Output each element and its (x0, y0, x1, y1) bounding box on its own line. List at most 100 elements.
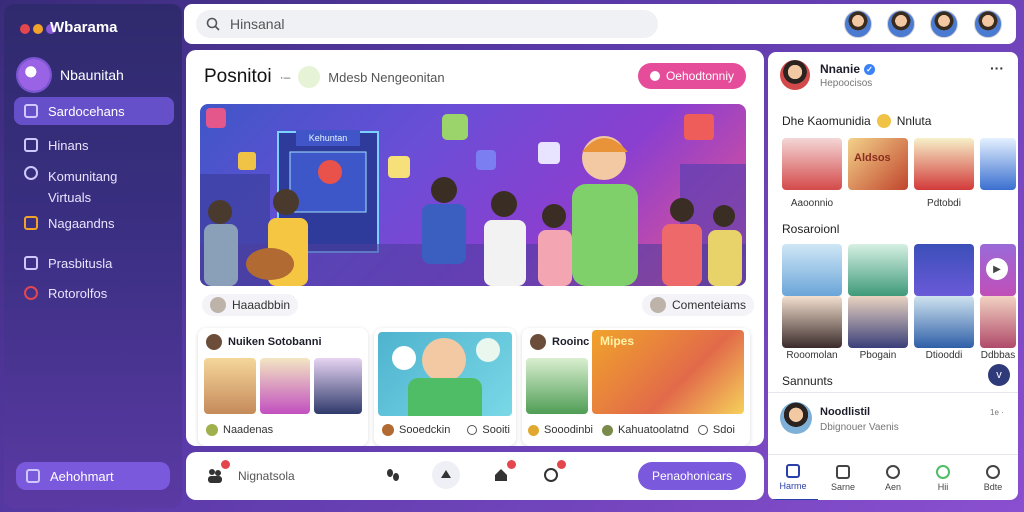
gallery-thumbnail[interactable] (848, 244, 908, 296)
sidebar-item-label: Rotorolfos (48, 285, 108, 301)
search-placeholder: Hinsanal (230, 16, 285, 32)
avatar[interactable] (780, 402, 812, 434)
notification-badge (221, 460, 230, 469)
photo-thumbnail[interactable] (314, 358, 362, 414)
gallery-thumbnail[interactable] (782, 138, 842, 190)
bottom-bar: Nignatsola Penaohonicars (186, 452, 764, 500)
chat-icon[interactable] (540, 460, 566, 486)
people-icon[interactable] (204, 460, 230, 486)
right-panel: Nnanie ✓ Hepoocisos ··· Dhe Kaomunidia N… (768, 52, 1018, 500)
sidebar-item-4[interactable]: Prasbitusla (14, 249, 174, 277)
post-meta: 1e · (990, 408, 1004, 417)
photo-thumbnail[interactable]: Mipes (592, 330, 744, 414)
hero-banner[interactable]: Kehuntan (200, 104, 746, 286)
gallery-thumbnail[interactable] (782, 296, 842, 348)
friend-avatar[interactable] (974, 10, 1002, 38)
avatar (18, 59, 50, 91)
friend-avatar[interactable] (887, 10, 915, 38)
tab-label: Harme (779, 480, 807, 491)
section-title: Rosaroionl (782, 222, 840, 236)
sidebar-item-2[interactable]: Komunitang Virtuals (14, 162, 174, 205)
gallery-label: Dtiooddi (925, 350, 963, 361)
settings-icon (24, 286, 38, 300)
author-chip[interactable]: Haaadbbin (202, 294, 299, 316)
gear-icon (986, 464, 1000, 479)
tab-home[interactable]: Harme (768, 455, 818, 500)
play-icon[interactable]: ▶ (986, 258, 1008, 280)
home-icon (786, 463, 800, 478)
poster-text: Mipes (600, 334, 635, 348)
gallery-thumbnail[interactable] (782, 244, 842, 296)
gallery-thumbnail[interactable] (914, 138, 974, 190)
sidebar: Wbarama Nbaunitah Sardocehans Hinans Kom… (4, 4, 182, 508)
post-card-title: Rooinc (552, 336, 590, 348)
tag-icon (24, 256, 38, 270)
tab-friends[interactable]: Hii (918, 455, 968, 500)
footprints-icon[interactable] (382, 464, 404, 486)
sidebar-bottom-button-label: Aehohmart (50, 468, 114, 484)
photo-thumbnail[interactable] (526, 358, 588, 414)
chevron-down-icon[interactable]: v (988, 364, 1010, 386)
gallery-thumbnail[interactable] (914, 296, 974, 348)
sidebar-item-5[interactable]: Rotorolfos (14, 279, 174, 307)
gallery-thumbnail[interactable]: Aldsos (848, 138, 908, 190)
user-subtitle: Hepoocisos (820, 78, 873, 89)
sidebar-item-0[interactable]: Sardocehans (14, 97, 174, 125)
post-card-header: Nuiken Sotobanni (206, 334, 322, 350)
gallery-thumbnail[interactable] (914, 244, 974, 296)
sidebar-profile[interactable]: Nbaunitah (18, 59, 124, 91)
sidebar-item-label: Prasbitusla (48, 255, 113, 271)
gallery-thumbnail[interactable]: ▶ (980, 244, 1016, 296)
gallery-label: Pdtobdi (927, 198, 961, 209)
sidebar-item-label: Komunitang Virtuals (48, 169, 118, 205)
gallery-label: Ddbbas (980, 350, 1016, 361)
community-action-button-label: Oehodtonniy (665, 69, 735, 83)
main-panel: Posnitoi ·– Mdesb Nengeonitan Oehodtonni… (186, 50, 764, 446)
sidebar-bottom-button[interactable]: Aehohmart (16, 462, 170, 490)
section-title: Dhe Kaomunidia Nnluta (782, 114, 931, 128)
avatar[interactable] (780, 60, 810, 90)
like-icon[interactable] (528, 424, 539, 436)
more-icon[interactable]: ··· (990, 60, 1004, 76)
bell-icon (649, 71, 660, 81)
community-action-button[interactable]: Oehodtonniy (638, 63, 746, 89)
like-icon[interactable] (382, 424, 394, 436)
reaction-icon (392, 346, 416, 370)
home-icon (24, 138, 38, 152)
sidebar-item-label: Nagaandns (48, 215, 115, 231)
comment-icon[interactable] (467, 425, 478, 435)
photo-thumbnail[interactable] (260, 358, 310, 414)
photo-thumbnail[interactable] (204, 358, 256, 414)
section-title: Sannunts (782, 374, 833, 388)
connect-button[interactable]: Penaohonicars (638, 462, 746, 490)
close-dot[interactable] (20, 24, 30, 34)
post-card-author-label: Kahuatoolatnd (617, 424, 689, 436)
minimize-dot[interactable] (33, 24, 43, 34)
like-icon[interactable] (206, 424, 218, 436)
tab-search[interactable]: Sarne (818, 455, 868, 500)
tab-settings[interactable]: Bdte (968, 455, 1018, 500)
post-card[interactable]: Rooinc Mipes Sooodinbi Kahuatoolatnd Sdo… (522, 328, 750, 446)
sidebar-item-3[interactable]: Nagaandns (14, 209, 174, 237)
tab-label: Bdte (983, 481, 1003, 492)
gallery-thumbnail[interactable] (980, 296, 1016, 348)
post-card[interactable]: Nuiken Sotobanni Naadenas (198, 328, 368, 446)
gallery-thumbnail[interactable] (980, 138, 1016, 190)
friend-avatar[interactable] (930, 10, 958, 38)
post-card[interactable]: Sooedckin Sooiti (374, 328, 516, 446)
share-icon[interactable] (432, 461, 460, 489)
gallery-thumbnail[interactable] (848, 296, 908, 348)
tab-people[interactable]: Aen (868, 455, 918, 500)
sidebar-item-1[interactable]: Hinans (14, 131, 174, 159)
messages-icon (24, 216, 38, 230)
search-input[interactable]: Hinsanal (196, 10, 658, 38)
photo-thumbnail[interactable] (378, 332, 512, 416)
home-icon[interactable] (490, 460, 516, 486)
comment-icon[interactable] (697, 425, 708, 435)
comments-chip[interactable]: Comenteiams (642, 294, 755, 316)
section-title-text: Dhe Kaomunidia (782, 114, 871, 128)
heart-icon (476, 338, 500, 362)
friend-avatar[interactable] (844, 10, 872, 38)
footprints-glyph (387, 469, 399, 481)
tab-label: Sarne (830, 481, 856, 492)
